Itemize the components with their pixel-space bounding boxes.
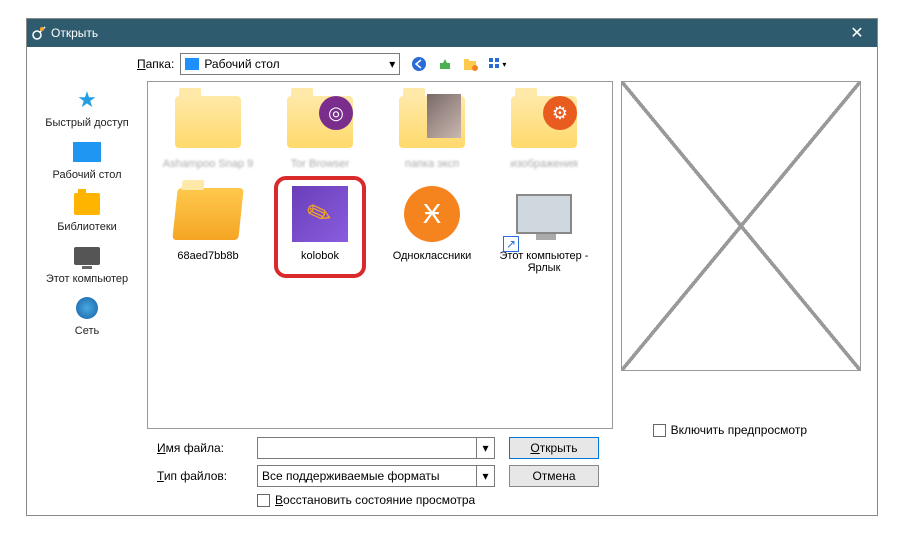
folder-item[interactable]: ⚙ изображения: [492, 90, 596, 170]
filename-input[interactable]: [257, 437, 477, 459]
folder-item[interactable]: 68aed7bb8b: [156, 182, 260, 274]
shortcut-item[interactable]: ↗ Этот компьютер - Ярлык: [492, 182, 596, 274]
ok-icon: Ӿ: [393, 182, 471, 246]
restore-state-row: Восстановить состояние просмотра: [257, 493, 867, 507]
folder-toolbar: Папка: Рабочий стол ▾ ▾: [27, 47, 877, 81]
globe-icon: [70, 293, 104, 323]
dialog-window: Открыть ✕ Папка: Рабочий стол ▾ ▾ ★ Быст…: [26, 18, 878, 516]
main-area: ★ Быстрый доступ Рабочий стол Библиотеки…: [27, 81, 877, 429]
desktop-icon: [70, 137, 104, 167]
photo-icon: [427, 94, 461, 138]
file-label: Ashampoo Snap 9: [163, 158, 254, 170]
restore-label: Восстановить состояние просмотра: [275, 493, 475, 507]
desktop-icon: [185, 58, 199, 70]
sidebar-label: Рабочий стол: [52, 169, 121, 181]
filename-combo: ▾: [257, 437, 495, 459]
folder-dropdown-value: Рабочий стол: [204, 57, 279, 71]
sidebar-network[interactable]: Сеть: [70, 293, 104, 337]
sidebar-desktop[interactable]: Рабочий стол: [52, 137, 121, 181]
file-list[interactable]: Ashampoo Snap 9 ◎ Tor Browser папка эксп…: [147, 81, 613, 429]
enable-preview-row: Включить предпросмотр: [653, 423, 807, 437]
file-label: Tor Browser: [291, 158, 350, 170]
computer-icon: [70, 241, 104, 271]
sidebar-label: Библиотеки: [57, 221, 117, 233]
filetype-value: Все поддерживаемые форматы: [257, 465, 477, 487]
file-item-kolobok[interactable]: ✎ kolobok: [268, 182, 372, 274]
chevron-down-icon: ▾: [389, 57, 395, 71]
tor-icon: ◎: [319, 96, 353, 130]
filetype-row: Тип файлов: Все поддерживаемые форматы ▾…: [157, 465, 867, 487]
folder-item[interactable]: ◎ Tor Browser: [268, 90, 372, 170]
close-button[interactable]: ✕: [837, 23, 877, 43]
sidebar-libraries[interactable]: Библиотеки: [57, 189, 117, 233]
folder-label: Папка:: [137, 57, 174, 71]
folder-icon: ◎: [281, 90, 359, 154]
shortcut-arrow-icon: ↗: [503, 236, 519, 252]
file-label: Одноклассники: [393, 250, 472, 262]
sidebar-label: Этот компьютер: [46, 273, 128, 285]
preview-pane: [621, 81, 861, 371]
filetype-label: Тип файлов:: [157, 469, 257, 483]
folder-item[interactable]: Ashampoo Snap 9: [156, 90, 260, 170]
sidebar-label: Быстрый доступ: [45, 117, 129, 129]
folder-icon: [169, 90, 247, 154]
file-panel: Ashampoo Snap 9 ◎ Tor Browser папка эксп…: [147, 81, 877, 429]
view-mode-button[interactable]: ▾: [488, 55, 506, 73]
sidebar-quick-access[interactable]: ★ Быстрый доступ: [45, 85, 129, 129]
file-label: папка эксп: [405, 158, 459, 170]
preview-label: Включить предпросмотр: [671, 423, 807, 437]
file-label: 68aed7bb8b: [177, 250, 238, 262]
folder-icon: [393, 90, 471, 154]
app-icon: ✎: [281, 182, 359, 246]
star-icon: ★: [70, 85, 104, 115]
filetype-combo[interactable]: Все поддерживаемые форматы ▾: [257, 465, 495, 487]
new-folder-button[interactable]: [462, 55, 480, 73]
up-button[interactable]: [436, 55, 454, 73]
bottom-controls: Имя файла: ▾ Открыть Тип файлов: Все под…: [27, 429, 877, 515]
ubuntu-icon: ⚙: [543, 96, 577, 130]
preview-checkbox[interactable]: [653, 424, 666, 437]
places-sidebar: ★ Быстрый доступ Рабочий стол Библиотеки…: [27, 81, 147, 429]
filename-row: Имя файла: ▾ Открыть: [157, 437, 867, 459]
open-button[interactable]: Открыть: [509, 437, 599, 459]
file-label: изображения: [510, 158, 577, 170]
chevron-down-icon[interactable]: ▾: [477, 437, 495, 459]
cancel-button[interactable]: Отмена: [509, 465, 599, 487]
sidebar-this-pc[interactable]: Этот компьютер: [46, 241, 128, 285]
computer-shortcut-icon: ↗: [505, 182, 583, 246]
nav-toolbar: ▾: [410, 55, 506, 73]
library-icon: [70, 189, 104, 219]
back-button[interactable]: [410, 55, 428, 73]
folder-dropdown[interactable]: Рабочий стол ▾: [180, 53, 400, 75]
file-label: Этот компьютер - Ярлык: [492, 250, 596, 274]
file-label: kolobok: [301, 250, 339, 262]
file-item-odnoklassniki[interactable]: Ӿ Одноклассники: [380, 182, 484, 274]
filename-label: Имя файла:: [157, 441, 257, 455]
window-title: Открыть: [51, 26, 837, 40]
folder-item[interactable]: папка эксп: [380, 90, 484, 170]
folder-icon: ⚙: [505, 90, 583, 154]
titlebar: Открыть ✕: [27, 19, 877, 47]
restore-checkbox[interactable]: [257, 494, 270, 507]
chevron-down-icon[interactable]: ▾: [477, 465, 495, 487]
app-icon: [27, 25, 51, 41]
folder-icon: [169, 182, 247, 246]
dialog-content: Папка: Рабочий стол ▾ ▾ ★ Быстрый доступ: [27, 47, 877, 515]
sidebar-label: Сеть: [75, 325, 99, 337]
